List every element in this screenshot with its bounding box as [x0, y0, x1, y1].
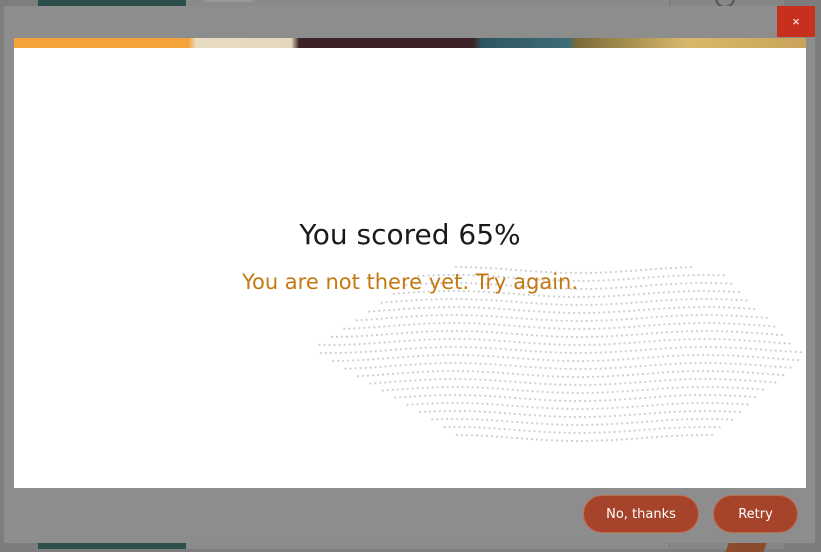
dotted-pattern-decoration	[318, 265, 802, 443]
dialog-content: You scored 65% You are not there yet. Tr…	[14, 48, 806, 488]
close-button[interactable]: ×	[777, 6, 815, 37]
score-dialog: × You scored 65% You are not there yet. …	[4, 6, 815, 543]
close-icon: ×	[792, 14, 800, 29]
score-text: You scored 65%	[299, 218, 521, 251]
no-thanks-button[interactable]: No, thanks	[584, 496, 698, 532]
feedback-message: You are not there yet. Try again.	[241, 270, 579, 294]
dialog-banner-image	[14, 38, 806, 48]
retry-button[interactable]: Retry	[714, 496, 797, 532]
background-divider	[205, 0, 253, 2]
